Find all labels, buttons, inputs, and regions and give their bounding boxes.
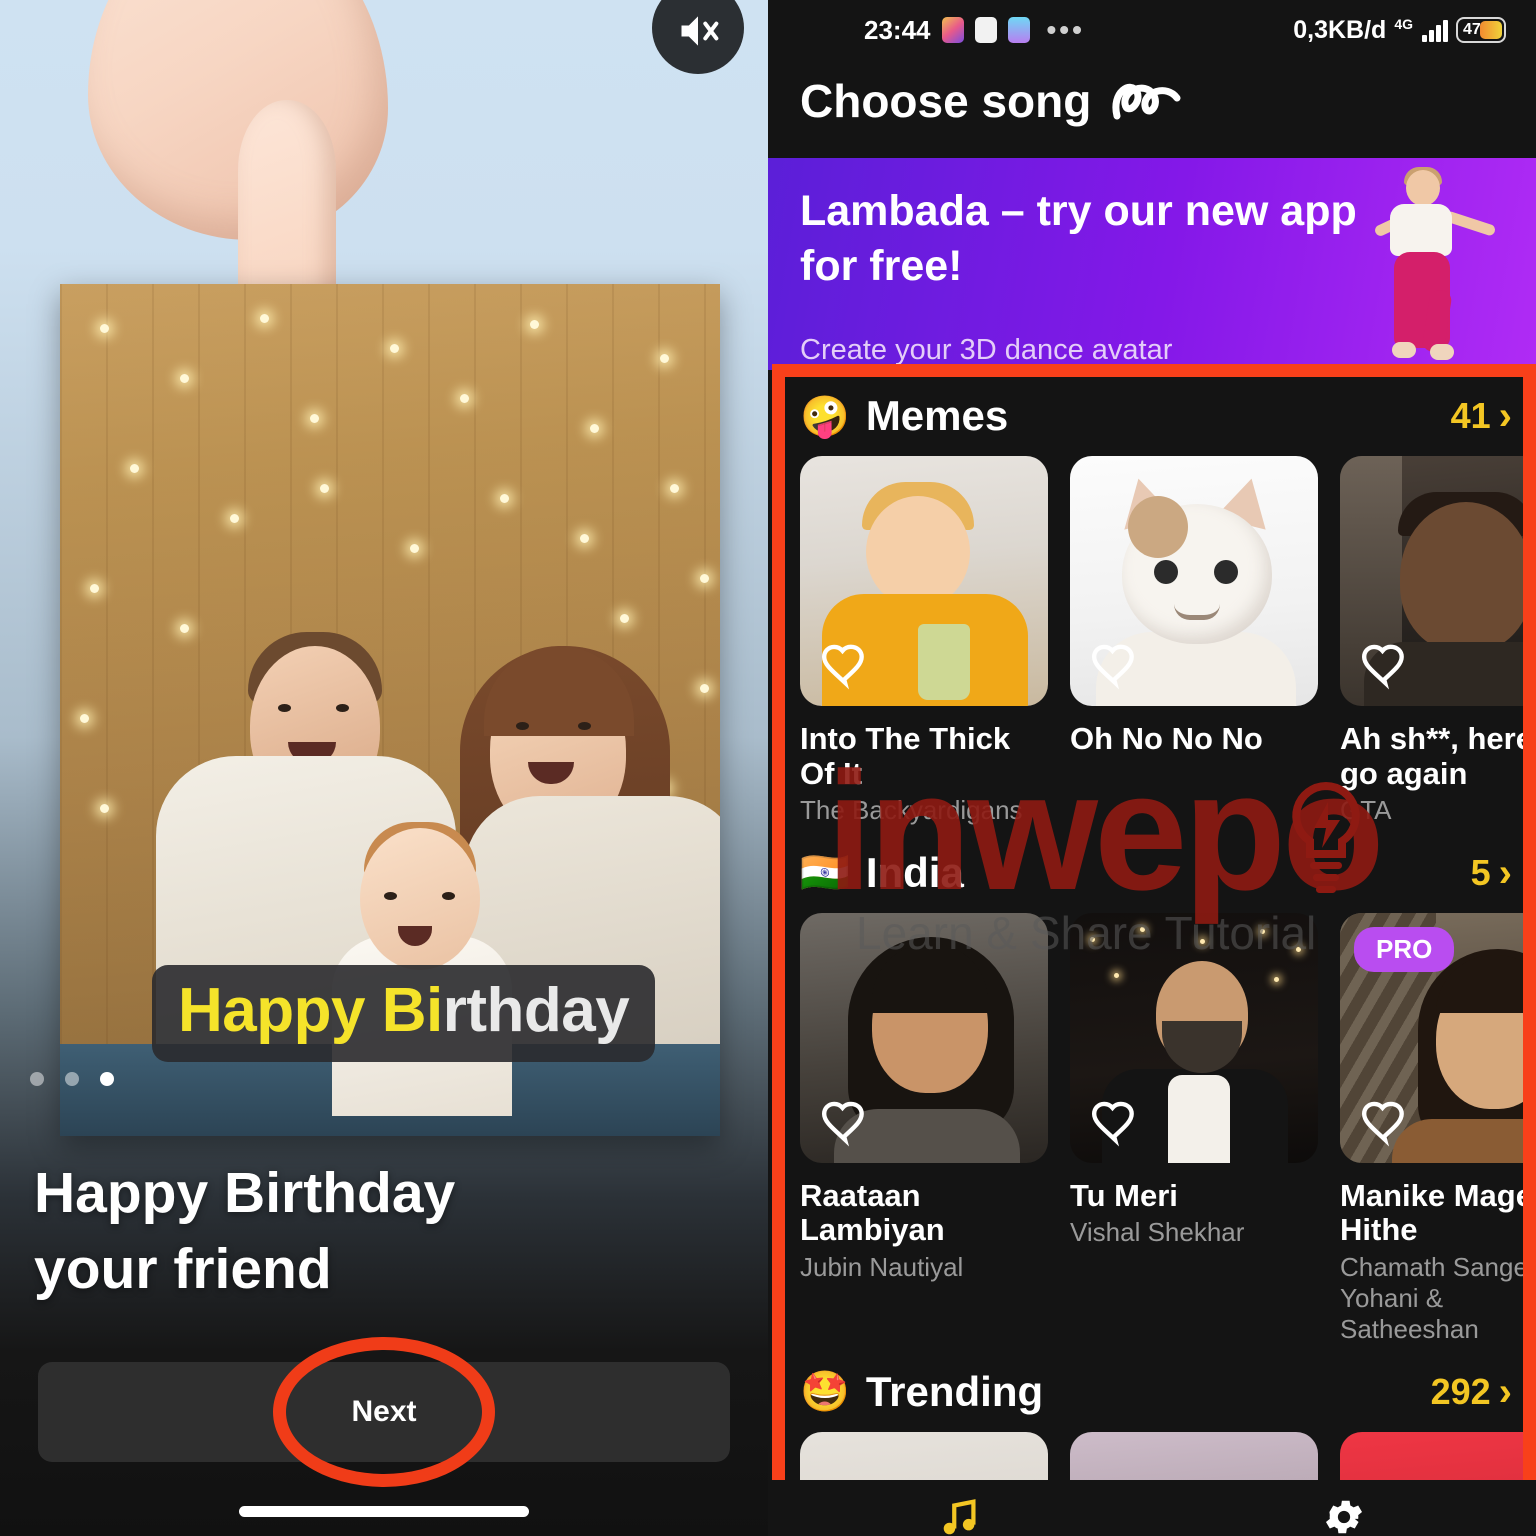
section-count[interactable]: 5 › [1471,852,1512,894]
pagination-dot[interactable] [65,1072,79,1086]
section-title: India [865,848,964,896]
song-card[interactable]: Ah sh**, here we go again GTA [1340,456,1536,827]
favorite-heart-icon[interactable] [820,640,870,690]
app-notification-icon-1 [941,17,964,43]
left-phone-screen: Happy Birthday Happy Birthday your frien… [0,0,768,1536]
section-title: Memes [865,392,1009,439]
dancer-avatar-illustration [1364,167,1497,360]
pagination-dots[interactable] [30,1072,114,1086]
section-emoji-icon: 🤩 [800,1370,850,1415]
photo-preview: Happy Birthday [60,284,720,1136]
song-card[interactable]: Tu Meri Vishal Shekhar [1070,912,1318,1346]
song-title: Ah sh**, here we go again [1340,721,1536,791]
song-title: Oh No No No [1070,721,1263,756]
song-thumbnail[interactable] [1340,456,1536,706]
squiggle-icon [1112,83,1181,120]
data-rate-label: 0,3KB/d [1293,15,1387,44]
section-emoji-icon: 🇮🇳 [800,851,850,896]
song-title: Tu Meri [1070,1177,1178,1213]
page-title: Choose song [768,60,1536,158]
song-card[interactable]: Oh No No No [1070,456,1318,827]
promo-headline-line-1: Lambada – try our new app [800,187,1357,235]
promo-headline-line-2: for free! [800,241,963,290]
caption-line-1: Happy Birthday [34,1161,456,1225]
status-bar: 23:44 ••• 0,3KB/d 4G 47 [768,0,1536,60]
song-thumbnail[interactable]: PRO [1340,912,1536,1163]
section-title: Trending [865,1367,1044,1415]
page-title-text: Choose song [800,75,1092,127]
song-thumbnail[interactable] [1070,912,1318,1163]
song-thumbnail[interactable] [800,456,1048,706]
section-count[interactable]: 41 › [1451,395,1512,437]
section-emoji-icon: 🤪 [800,394,850,439]
song-title: Manike Mage Hithe [1340,1177,1533,1248]
network-type-label: 4G [1394,16,1413,32]
song-card-row[interactable]: Raataan Lambiyan Jubin Nautiyal Tu Meri Vis… [768,912,1536,1346]
section-header[interactable]: 🤪 Memes 41 › [768,370,1536,456]
overlay-text-yellow: Happy Bi [178,976,443,1045]
song-thumbnail[interactable] [1070,456,1318,706]
right-phone-screen: 23:44 ••• 0,3KB/d 4G 47 Choose song Lamb… [768,0,1536,1536]
favorite-heart-icon[interactable] [1090,1097,1140,1147]
app-notification-icon-3 [1007,17,1030,43]
song-title: Into The Thick Of It [800,721,1011,791]
chevron-right-icon: › [1498,1369,1512,1414]
music-note-icon[interactable] [937,1494,983,1536]
battery-percent-label: 47 [1463,21,1481,38]
chevron-right-icon: › [1498,394,1512,438]
battery-icon: 47 [1456,17,1506,43]
pagination-dot-active[interactable] [100,1072,114,1086]
chevron-right-icon: › [1498,850,1512,895]
favorite-heart-icon[interactable] [1090,640,1140,690]
pro-badge: PRO [1354,926,1455,972]
song-artist: Vishal Shekhar [1070,1217,1245,1248]
song-section: 🇮🇳 India 5 › Raataan Lambiyan Jubin Nautiyal T… [768,827,1536,1346]
promo-subtitle: Create your 3D dance avatar [800,334,1173,366]
next-button[interactable]: Next [38,1362,730,1462]
song-section: 🤪 Memes 41 › Into The Thick Of It The Backyar… [768,370,1536,827]
song-artist: The Backyardigans [800,795,1023,826]
app-notification-icon-2 [974,17,997,43]
song-thumbnail[interactable] [800,912,1048,1163]
bottom-navigation [768,1480,1536,1536]
mute-speaker-icon [681,16,719,46]
template-caption: Happy Birthday your friend [34,1155,455,1308]
signal-strength-icon [1422,18,1448,42]
section-count[interactable]: 292 › [1431,1371,1512,1413]
song-card[interactable]: Into The Thick Of It The Backyardigans [800,456,1048,827]
favorite-heart-icon[interactable] [820,1097,870,1147]
photo-text-overlay: Happy Birthday [152,965,656,1062]
promo-headline: Lambada – try our new app for free! [800,184,1357,293]
song-card[interactable]: PRO Manike Mage HitheChamath Sangeeth, Yo… [1340,912,1536,1346]
pagination-dot[interactable] [30,1072,44,1086]
favorite-heart-icon[interactable] [1360,640,1410,690]
home-indicator [239,1506,529,1517]
caption-line-2: your friend [34,1237,332,1302]
next-button-wrap[interactable]: Next [38,1362,730,1462]
section-header[interactable]: 🇮🇳 India 5 › [768,827,1536,913]
section-header[interactable]: 🤩 Trending 292 › [768,1346,1536,1432]
song-artist: Jubin Nautiyal [800,1252,964,1283]
gear-icon[interactable] [1321,1494,1367,1536]
song-category-list: 🤪 Memes 41 › Into The Thick Of It The Backyar… [768,370,1536,1536]
song-artist: GTA [1340,795,1392,826]
song-card-row[interactable]: Into The Thick Of It The Backyardigans Oh … [768,456,1536,827]
screenshot-root: Happy Birthday Happy Birthday your frien… [0,0,1536,1536]
overlay-text-white: rthday [442,976,630,1045]
promo-banner[interactable]: Lambada – try our new app for free! Crea… [768,158,1536,370]
song-artist: Chamath Sangeeth, Yohani & Satheeshan [1340,1252,1536,1345]
more-notifications-icon: ••• [1046,14,1085,45]
song-title: Raataan Lambiyan [800,1177,945,1248]
status-clock: 23:44 [864,14,931,45]
favorite-heart-icon[interactable] [1360,1097,1410,1147]
song-card[interactable]: Raataan Lambiyan Jubin Nautiyal [800,912,1048,1346]
mute-button[interactable] [652,0,744,74]
